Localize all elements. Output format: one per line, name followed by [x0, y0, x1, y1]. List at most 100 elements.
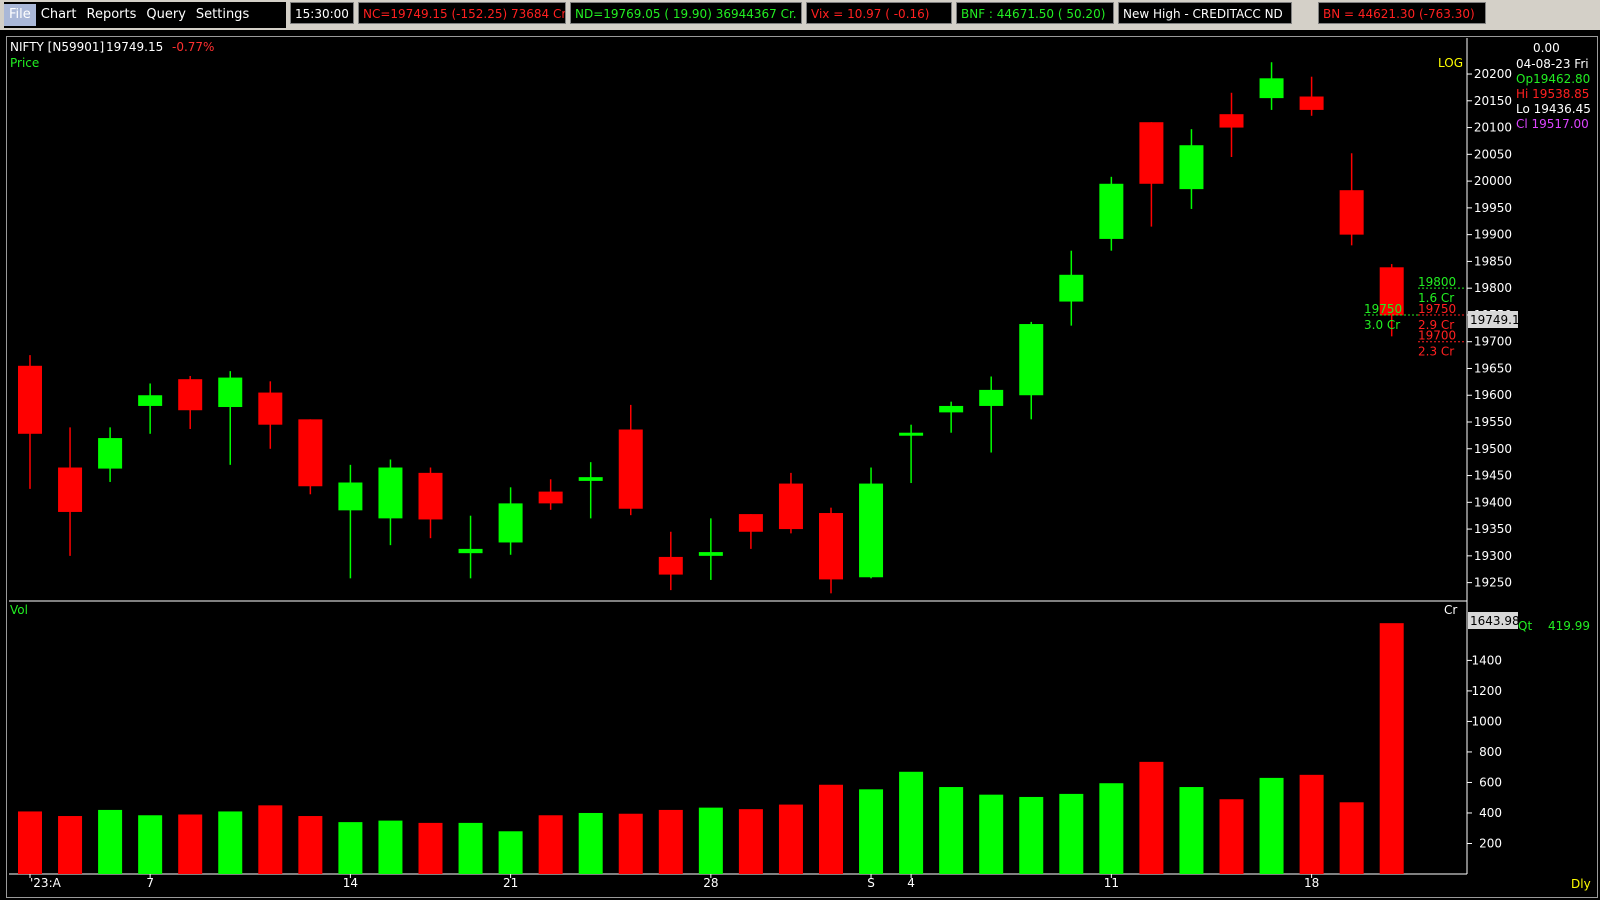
candle-body	[418, 472, 443, 520]
candle-body	[458, 548, 483, 554]
price-tick-label: 20150	[1474, 94, 1512, 108]
candle-body	[1259, 78, 1284, 99]
symbol-label: NIFTY [N59901]	[10, 40, 104, 54]
price-tick-label: 19600	[1474, 388, 1512, 402]
candle-body	[1139, 122, 1164, 184]
volume-tick-label: 400	[1479, 806, 1502, 820]
axis-layer: 19250 19300 19350 19400 19450 19500 19550 19600…	[29, 67, 1512, 890]
info-high: Hi 19538.85	[1516, 87, 1589, 101]
candle-body	[979, 389, 1004, 406]
volume-bar	[859, 789, 884, 874]
volume-bar	[1179, 787, 1204, 874]
volume-bar	[458, 822, 483, 874]
time-tick-label: S	[867, 876, 875, 890]
price-tick-label: 19250	[1474, 576, 1512, 590]
depth-layer: 198001.6 Cr197502.9 Cr197002.3 Cr197503.…	[1364, 275, 1466, 359]
candle-body	[1179, 145, 1204, 190]
volume-bar	[18, 811, 42, 874]
info-top: 0.00	[1533, 41, 1560, 55]
info-close: Cl 19517.00	[1516, 117, 1589, 131]
candle-body	[1219, 114, 1244, 128]
volume-bar	[1379, 623, 1404, 874]
candle-body	[1299, 96, 1324, 110]
last-volume-box-text: 1643.98	[1470, 614, 1520, 628]
qt-value: 419.99	[1548, 619, 1590, 633]
candle-body	[1099, 183, 1124, 239]
volume-bar	[138, 815, 163, 874]
volume-tick-label: 1000	[1471, 714, 1502, 728]
volume-tick-label: 1400	[1471, 653, 1502, 667]
price-tick-label: 19950	[1474, 201, 1512, 215]
info-low: Lo 19436.45	[1516, 102, 1591, 116]
volume-bar	[578, 812, 603, 874]
volume-tick-label: 200	[1479, 836, 1502, 850]
time-tick-label: 21	[503, 876, 518, 890]
time-tick-label: '23:A	[30, 876, 62, 890]
candle-body	[578, 477, 603, 481]
candle-body	[138, 395, 163, 406]
candlestick-chart[interactable]: NIFTY [N59901] 19749.15 -0.77% Price LOG…	[0, 0, 1600, 900]
change-pct-label: -0.77%	[172, 40, 214, 54]
volume-bar	[218, 811, 243, 874]
depth-level-price: 19800	[1418, 275, 1456, 289]
price-tick-label: 19800	[1474, 281, 1512, 295]
volume-bar	[698, 807, 723, 874]
last-price-box-text: 19749.1	[1470, 313, 1520, 327]
log-scale-label: LOG	[1438, 56, 1463, 70]
candle-body	[1339, 190, 1364, 235]
candle-body	[819, 513, 843, 580]
time-tick-label: 18	[1304, 876, 1319, 890]
volume-bar	[899, 771, 924, 874]
volume-bar	[1259, 777, 1284, 874]
volume-bar	[819, 784, 843, 874]
candle-body	[378, 467, 403, 519]
volume-unit-label: Cr	[1444, 603, 1457, 617]
depth-level-qty: 2.3 Cr	[1418, 345, 1454, 359]
candle-body	[538, 491, 563, 504]
price-tick-label: 19400	[1474, 495, 1512, 509]
time-tick-label: 4	[907, 876, 915, 890]
volume-bar	[1299, 774, 1324, 874]
candle-body	[1059, 274, 1084, 302]
volume-bar	[498, 831, 523, 874]
price-tick-label: 19900	[1474, 228, 1512, 242]
candle-body	[899, 432, 924, 436]
price-tick-label: 19700	[1474, 335, 1512, 349]
volume-bar	[618, 813, 643, 874]
volume-bar	[1019, 796, 1044, 874]
price-tick-label: 20000	[1474, 174, 1512, 188]
volume-bar	[178, 814, 203, 874]
time-tick-label: 11	[1104, 876, 1119, 890]
price-tick-label: 19300	[1474, 549, 1512, 563]
volume-layer	[18, 623, 1404, 874]
candle-body	[98, 438, 123, 469]
price-tick-label: 19500	[1474, 442, 1512, 456]
time-tick-label: 14	[343, 876, 358, 890]
volume-bar	[979, 794, 1004, 874]
candle-body	[698, 552, 723, 556]
candle-body	[738, 514, 763, 532]
candle-body	[498, 503, 523, 543]
volume-bar	[378, 820, 403, 874]
volume-bar	[58, 816, 83, 874]
depth-level-price: 19700	[1418, 329, 1456, 343]
volume-bar	[338, 822, 363, 874]
candle-body	[1019, 324, 1044, 396]
volume-bar	[258, 805, 283, 874]
depth-left-price: 19750	[1364, 302, 1402, 316]
candle-body	[778, 483, 803, 530]
volume-bar	[778, 804, 803, 874]
info-date: 04-08-23 Fri	[1516, 57, 1589, 71]
time-tick-label: 7	[146, 876, 154, 890]
volume-tick-label: 1200	[1471, 684, 1502, 698]
info-open: Op19462.80	[1516, 72, 1590, 86]
volume-bar	[939, 787, 964, 874]
volume-bar	[1059, 793, 1084, 874]
depth-left-qty: 3.0 Cr	[1364, 318, 1400, 332]
candle-body	[939, 405, 964, 413]
volume-bar	[658, 809, 683, 874]
time-tick-label: 28	[703, 876, 718, 890]
candle-body	[618, 429, 643, 509]
price-tick-label: 19650	[1474, 361, 1512, 375]
price-tick-label: 19350	[1474, 522, 1512, 536]
